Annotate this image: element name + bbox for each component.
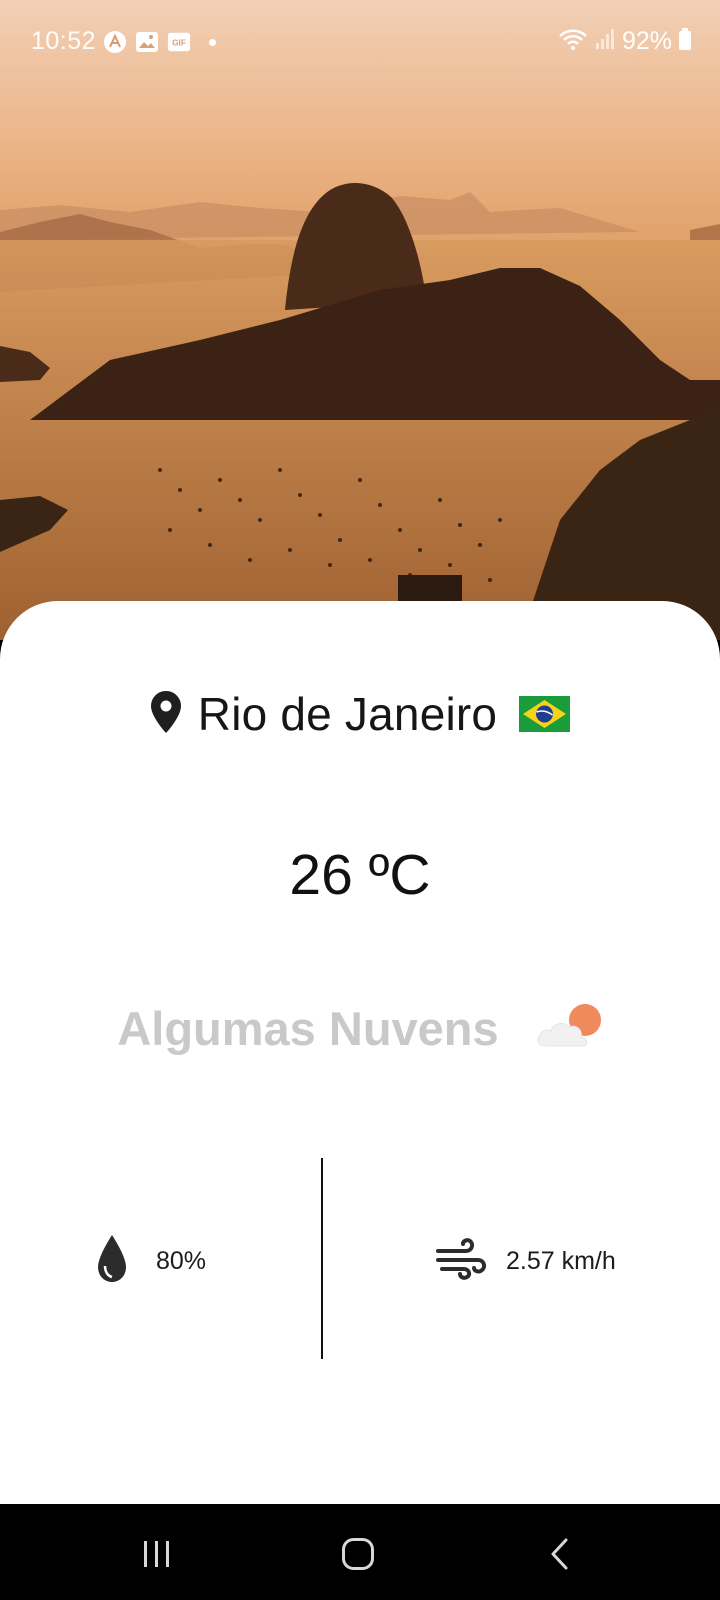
status-right: 92%: [558, 27, 692, 55]
recent-apps-button[interactable]: [135, 1532, 179, 1576]
signal-icon: [594, 27, 616, 56]
hero-city-image: [0, 0, 720, 640]
condition-row: Algumas Nuvens: [0, 998, 720, 1058]
back-button[interactable]: [538, 1532, 582, 1576]
location-pin-icon: [150, 690, 182, 739]
location-row: Rio de Janeiro: [0, 688, 720, 740]
gif-icon: GIF: [167, 30, 191, 54]
recent-apps-icon: [144, 1541, 169, 1567]
temperature: 26 ºC: [289, 843, 431, 907]
svg-text:GIF: GIF: [172, 38, 186, 48]
stats-divider: [321, 1158, 323, 1359]
status-time: 10:52: [31, 27, 97, 55]
navigation-bar: [0, 1504, 720, 1600]
wifi-icon: [558, 27, 588, 56]
home-icon: [342, 1538, 374, 1570]
wind-value: 2.57 km/h: [506, 1246, 616, 1275]
notification-icons: GIF: [103, 29, 216, 55]
gallery-icon: [135, 30, 159, 54]
humidity-stat: 80%: [96, 1232, 206, 1290]
battery-icon: [678, 27, 692, 56]
wind-icon: [436, 1237, 488, 1286]
brazil-flag-icon: [519, 696, 571, 732]
water-drop-icon: [96, 1234, 128, 1289]
home-button[interactable]: [336, 1532, 380, 1576]
condition-text: Algumas Nuvens: [117, 1001, 499, 1055]
notification-dot-icon: [209, 38, 216, 46]
humidity-value: 80%: [156, 1246, 207, 1275]
battery-percentage: 92%: [621, 26, 672, 55]
status-bar: 10:52 GIF 92%: [0, 0, 720, 84]
partly-cloudy-sun-icon: [535, 1002, 603, 1055]
city-name: Rio de Janeiro: [197, 688, 498, 740]
back-icon: [551, 1538, 568, 1570]
wind-stat: 2.57 km/h: [436, 1232, 616, 1290]
app-a-icon: [103, 30, 127, 54]
